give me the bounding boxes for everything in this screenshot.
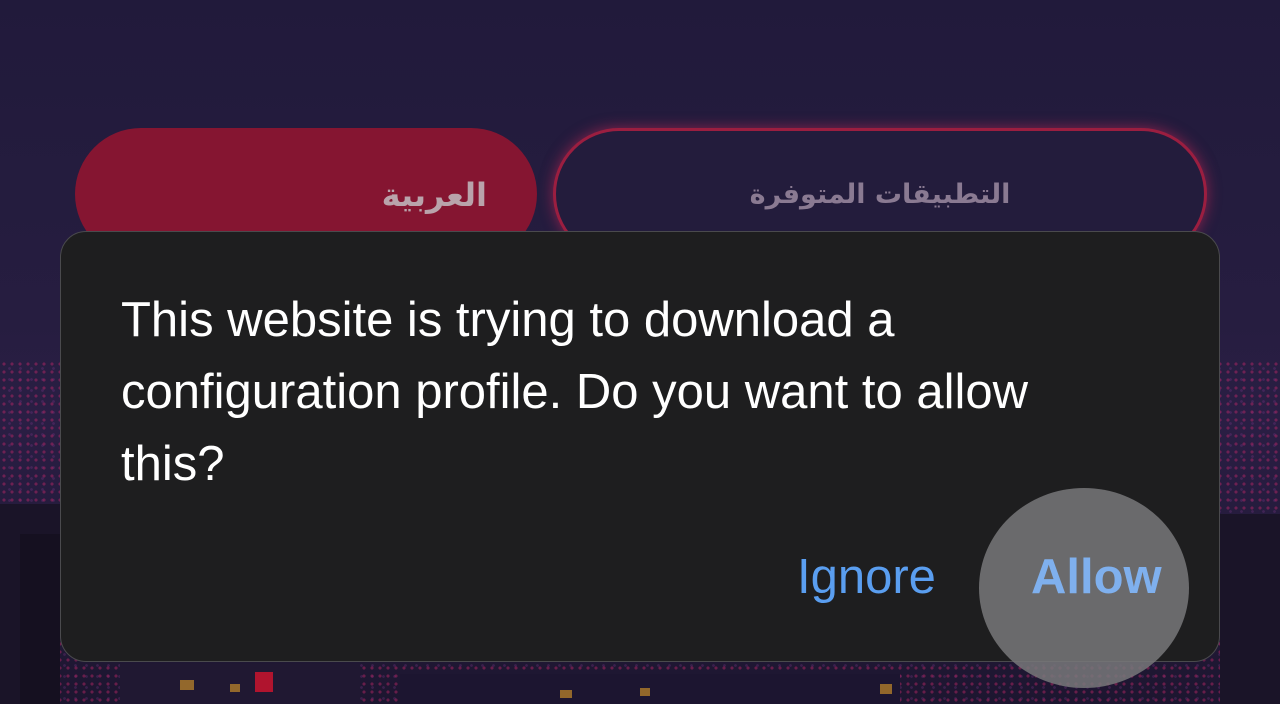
tab-arabic-label: العربية: [381, 176, 487, 214]
download-profile-dialog: This website is trying to download a con…: [60, 231, 1220, 688]
tab-available-apps-label: التطبيقات المتوفرة: [749, 179, 1011, 210]
allow-button[interactable]: Allow: [1031, 549, 1162, 605]
dialog-message: This website is trying to download a con…: [121, 293, 1029, 491]
ignore-button[interactable]: Ignore: [797, 549, 936, 605]
